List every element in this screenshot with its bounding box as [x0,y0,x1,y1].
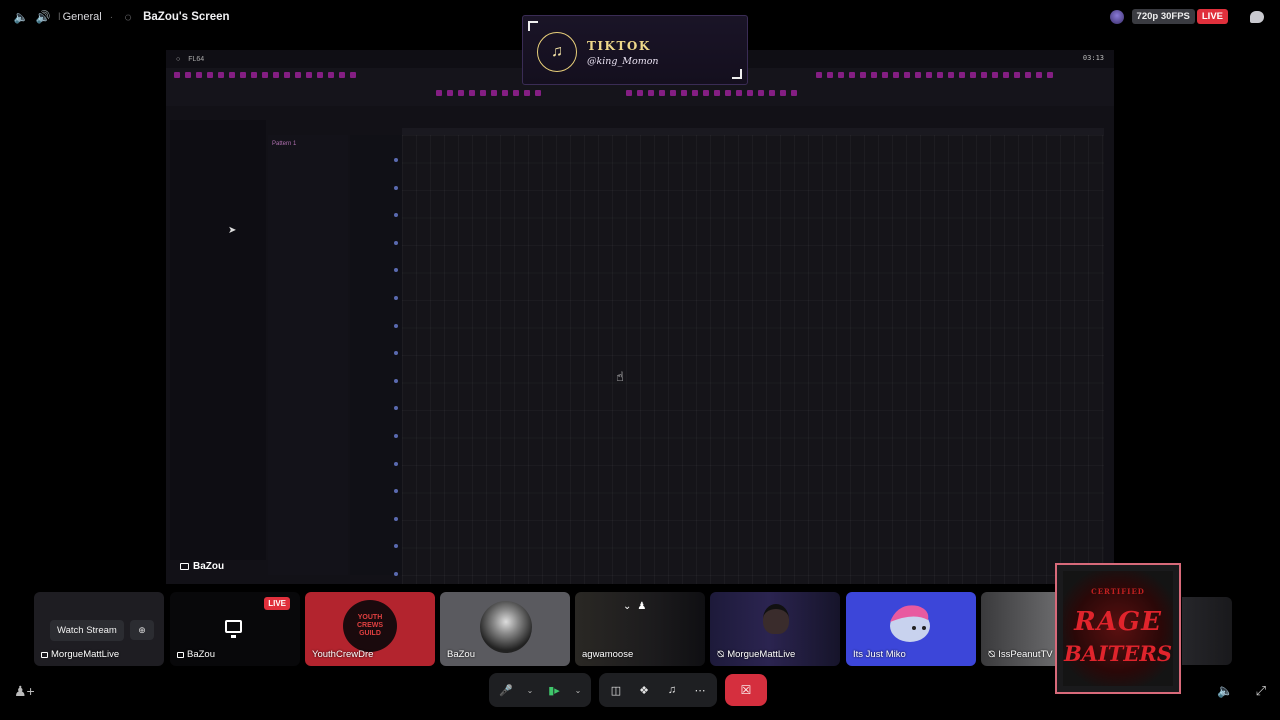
exit-fullscreen-icon[interactable]: ⤢ [1256,683,1266,699]
participant-name: YouthCrewDre [312,649,374,660]
channel-name[interactable]: General [63,11,102,23]
participant-tile[interactable]: LIVE BaZou [170,592,300,666]
participant-name: BaZou [187,649,215,660]
audio-video-group: 🎤 ⌄ ▮▸ ⌄ [489,673,591,707]
daw-app-name: FL64 [188,55,205,63]
participant-tile[interactable]: ⌄ ♟ agwamoose [575,592,705,666]
rage-line1: RAGE [1074,607,1162,637]
daw-menu-strip [174,72,356,78]
tiktok-overlay: ♫ TIKTOK @king_Momon [522,15,748,85]
chevron-down-icon[interactable]: ⌄ [573,681,583,699]
mute-icon: ⦰ [717,649,725,659]
participant-tile[interactable]: BaZou [440,592,570,666]
participant-tile-partial[interactable] [1182,597,1232,665]
participant-name: BaZou [447,649,475,660]
participant-name: Its Just Miko [853,649,906,660]
people-icon[interactable]: ♟ [637,601,646,612]
participant-name: IssPeanutTV [998,649,1053,660]
overlay-corner [732,69,742,79]
activity-group: ◫ ❖ ♫ ⋯ [599,673,717,707]
stream-view[interactable]: ○ FL64 03:13 Pattern 1 [166,50,1114,584]
avatar: YOUTH CREWS GUILD [343,600,397,652]
soundboard-icon[interactable]: ♫ [663,681,681,699]
avatar [480,601,532,653]
channel-rack [350,135,402,575]
invite-icon[interactable]: ♟+ [14,683,35,700]
participant-name: agwamoose [582,649,634,660]
participant-tile[interactable]: ⦰ MorgueMattLive [710,592,840,666]
piano-roll-grid [402,135,1104,584]
output-volume-icon[interactable]: 🔈 [1217,683,1233,699]
daw-clock: 03:13 [1082,54,1104,62]
tiktok-icon: ♫ [537,32,577,72]
participant-tile[interactable]: Its Just Miko [846,592,976,666]
overlay-handle: @king_Momon [587,56,659,67]
user-avatar[interactable] [1109,9,1124,24]
pattern-picker: Pattern 1 [268,135,348,575]
watch-stream-button[interactable]: Watch Stream [50,620,124,641]
chat-icon[interactable] [1250,10,1264,23]
call-controls: 🎤 ⌄ ▮▸ ⌄ ◫ ❖ ♫ ⋯ ☒ [489,673,767,707]
daw-tool-strip-2 [626,90,797,96]
activities-icon[interactable]: ❖ [635,681,653,699]
popout-icon[interactable]: ⊕ [130,620,154,640]
monitor-icon [180,563,189,570]
avatar [890,605,930,642]
screen-share-icon [225,620,242,638]
chevron-down-icon[interactable]: ⌄ [623,601,631,612]
more-icon[interactable]: ⋯ [691,681,709,699]
stream-owner-label: BaZou [180,561,224,572]
participant-tile[interactable]: YOUTH CREWS GUILD YouthCrewDre [305,592,435,666]
volume-icon[interactable]: 🔈 [14,10,29,24]
rage-baiters-card[interactable]: CERTIFIED RAGE BAITERS [1055,563,1181,694]
remote-cursor-icon: ➤ [228,225,237,236]
stream-title: BaZou's Screen [143,11,230,23]
channel-separator: ǀ [58,11,61,23]
hand-cursor-icon: ☝ [616,369,624,384]
live-badge: LIVE [264,597,290,610]
leave-call-button[interactable]: ☒ [725,674,767,706]
leave-call-icon: ☒ [740,683,752,697]
stream-quality-badge: 720p 30FPS [1131,9,1195,24]
daw-menu-icon: ○ [176,55,181,63]
speaker-icon: 🔊 [35,10,51,24]
camera-icon[interactable]: ▮▸ [545,681,563,699]
monitor-icon [41,651,48,658]
rage-small-text: CERTIFIED [1091,587,1145,596]
mute-icon: ⦰ [988,649,996,659]
webcam-feed [763,604,789,634]
screen-share-icon: ◌ [124,10,132,24]
chevron-down-icon[interactable]: ⌄ [525,681,535,699]
daw-tool-strip [436,90,541,96]
rage-logo: CERTIFIED RAGE BAITERS [1063,571,1173,686]
pattern-label: Pattern 1 [272,141,297,147]
stream-owner-name: BaZou [193,561,225,572]
overlay-corner [528,21,538,31]
participant-tile[interactable]: Watch Stream ⊕ MorgueMattLive [34,592,164,666]
microphone-icon[interactable]: 🎤 [497,681,515,699]
daw-browser-panel [170,120,266,560]
overlay-title: TIKTOK [587,39,651,53]
participant-tile[interactable]: ⦰ IssPeanutTV [981,592,1057,666]
rage-line2: BAITERS [1063,641,1173,666]
daw-mixer-strip [816,72,1053,78]
participant-name: MorgueMattLive [727,649,796,660]
monitor-icon [177,651,184,658]
share-screen-icon[interactable]: ◫ [607,681,625,699]
participant-name: MorgueMattLive [51,649,120,660]
breadcrumb-divider: · [109,11,114,23]
live-badge: LIVE [1196,9,1228,24]
